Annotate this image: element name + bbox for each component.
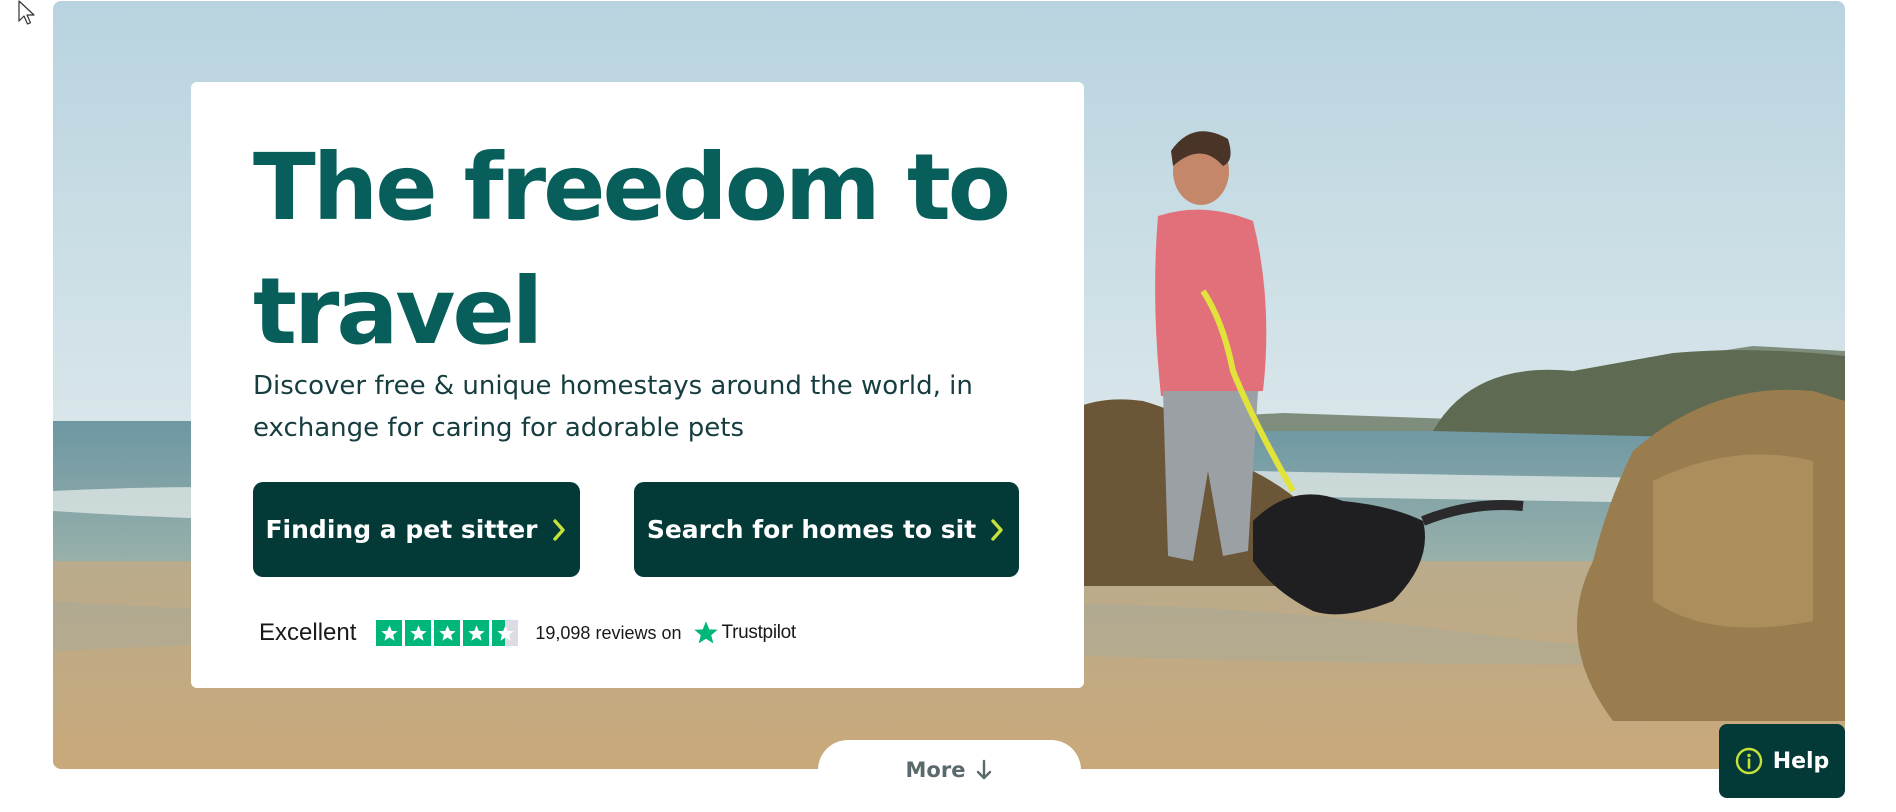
- chevron-right-icon: [991, 518, 1003, 541]
- chevron-right-icon: [552, 518, 565, 541]
- trustpilot-logo-icon: [694, 621, 719, 644]
- star-icon: [434, 620, 461, 646]
- arrow-down-icon: [977, 759, 992, 780]
- search-homes-button[interactable]: Search for homes to sit: [634, 482, 1019, 577]
- trustpilot-review-count: 19,098 reviews on: [535, 622, 682, 643]
- hero-card: The freedom to travel Discover free & un…: [191, 82, 1084, 688]
- info-circle-icon: [1735, 747, 1762, 775]
- star-icon: [463, 620, 490, 646]
- trustpilot-brand: Trustpilot: [721, 622, 796, 643]
- hero-headline: The freedom to travel: [253, 134, 1011, 365]
- hero-banner: The freedom to travel Discover free & un…: [53, 1, 1845, 769]
- half-star-icon: [492, 620, 519, 646]
- trustpilot-widget[interactable]: Excellent 19,098 reviews on Trustpilot: [259, 616, 796, 650]
- search-homes-label: Search for homes to sit: [646, 515, 977, 544]
- find-pet-sitter-button[interactable]: Finding a pet sitter: [253, 482, 580, 577]
- star-icon: [405, 620, 432, 646]
- more-label: More: [905, 758, 966, 782]
- more-button[interactable]: More: [818, 740, 1081, 800]
- star-icon: [376, 620, 403, 646]
- find-pet-sitter-label: Finding a pet sitter: [265, 515, 538, 544]
- trustpilot-rating-word: Excellent: [259, 619, 357, 646]
- trustpilot-stars: [376, 620, 519, 646]
- help-label: Help: [1772, 748, 1830, 774]
- hero-subtitle: Discover free & unique homestays around …: [253, 371, 973, 443]
- mouse-cursor-icon: [18, 0, 35, 25]
- help-button[interactable]: Help: [1719, 724, 1845, 798]
